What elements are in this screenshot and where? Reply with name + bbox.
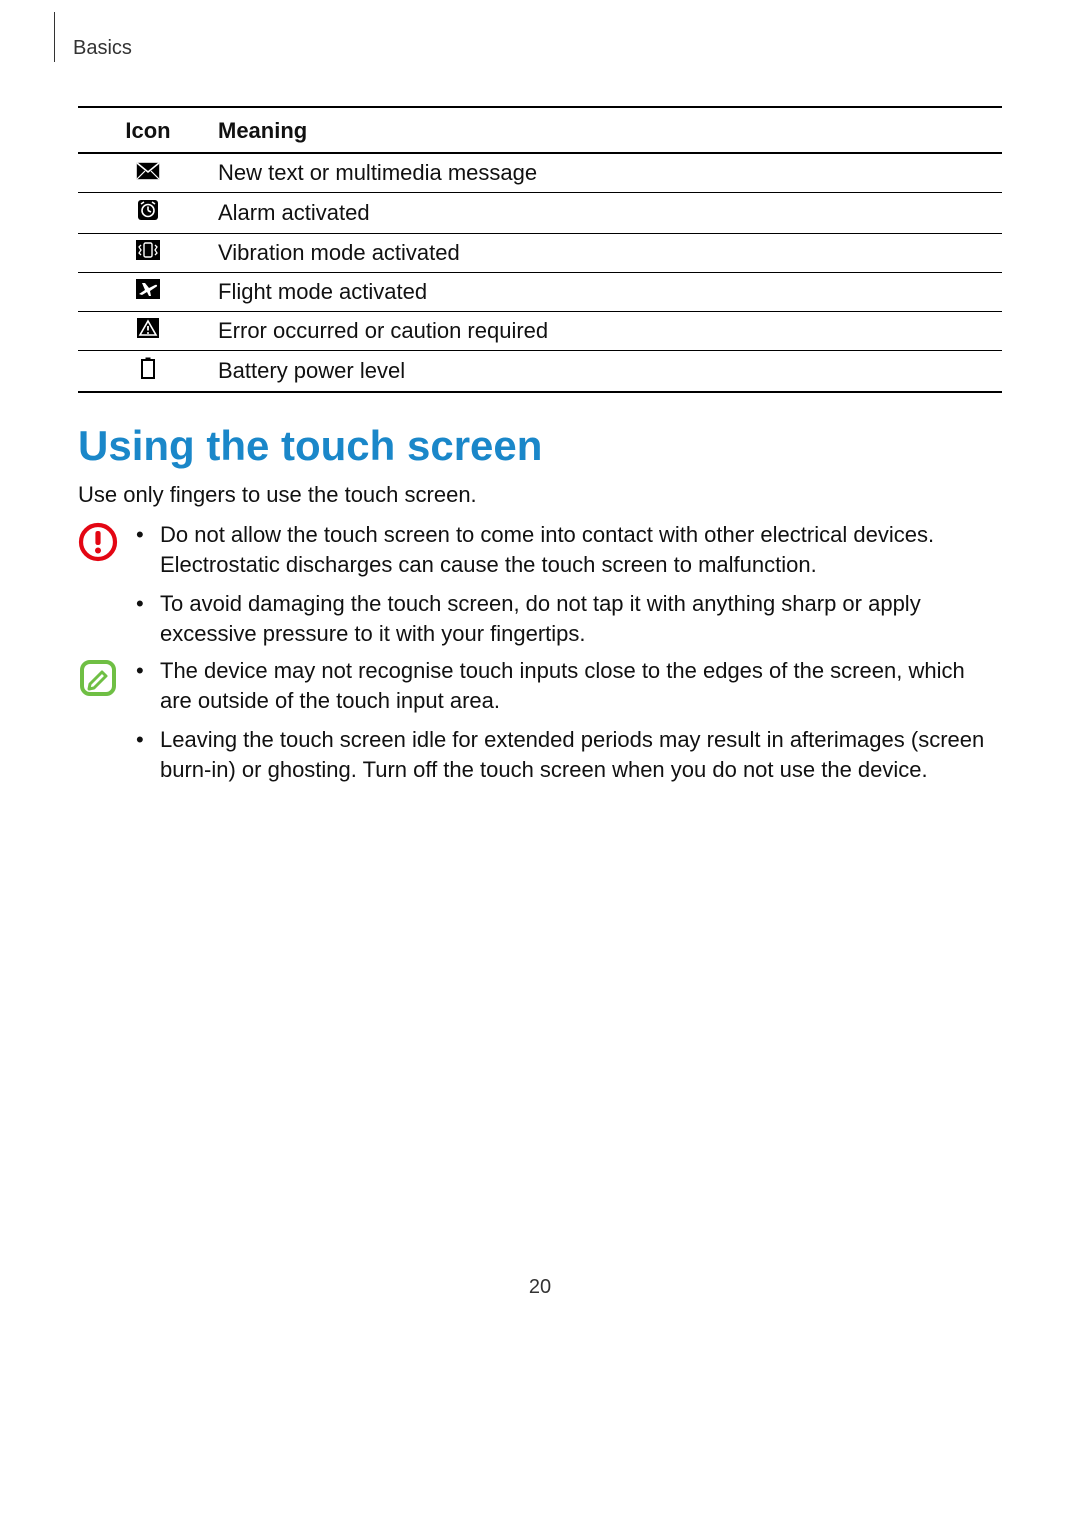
- note-block: • The device may not recognise touch inp…: [78, 656, 1002, 795]
- bullet-dot: •: [136, 589, 160, 648]
- table-cell-meaning: Vibration mode activated: [218, 234, 1002, 273]
- bullet-text: The device may not recognise touch input…: [160, 656, 1002, 715]
- table-cell-meaning: New text or multimedia message: [218, 153, 1002, 193]
- icon-meaning-table: Icon Meaning New text or multimedia mess…: [78, 106, 1002, 393]
- bullet-dot: •: [136, 656, 160, 715]
- breadcrumb-label: Basics: [73, 37, 132, 60]
- section-title: Using the touch screen: [78, 422, 542, 470]
- bullet-text: Do not allow the touch screen to come in…: [160, 520, 1002, 579]
- vibrate-icon: [136, 240, 160, 260]
- message-icon: [136, 162, 160, 180]
- bullet-item: • Do not allow the touch screen to come …: [136, 520, 1002, 579]
- bullet-dot: •: [136, 725, 160, 784]
- note-icon: [78, 656, 136, 795]
- table-row: Battery power level: [78, 351, 1002, 393]
- section-lead: Use only fingers to use the touch screen…: [78, 482, 477, 508]
- battery-icon: [140, 357, 156, 379]
- caution-block: • Do not allow the touch screen to come …: [78, 520, 1002, 659]
- table-row: Alarm activated: [78, 193, 1002, 234]
- bullet-text: To avoid damaging the touch screen, do n…: [160, 589, 1002, 648]
- page-number: 20: [0, 1276, 1080, 1299]
- table-cell-meaning: Battery power level: [218, 351, 1002, 393]
- table-row: Flight mode activated: [78, 273, 1002, 312]
- flight-icon: [136, 279, 160, 299]
- table-head-icon: Icon: [78, 107, 218, 153]
- table-row: Error occurred or caution required: [78, 312, 1002, 351]
- bullet-item: • To avoid damaging the touch screen, do…: [136, 589, 1002, 648]
- bullet-item: • Leaving the touch screen idle for exte…: [136, 725, 1002, 784]
- bullet-text: Leaving the touch screen idle for extend…: [160, 725, 1002, 784]
- alarm-icon: [137, 199, 159, 221]
- table-cell-meaning: Alarm activated: [218, 193, 1002, 234]
- table-cell-meaning: Error occurred or caution required: [218, 312, 1002, 351]
- table-cell-meaning: Flight mode activated: [218, 273, 1002, 312]
- caution-icon: [78, 520, 136, 659]
- bullet-dot: •: [136, 520, 160, 579]
- bullet-item: • The device may not recognise touch inp…: [136, 656, 1002, 715]
- breadcrumb-rule: [54, 12, 55, 62]
- table-row: New text or multimedia message: [78, 153, 1002, 193]
- breadcrumb: Basics: [54, 12, 132, 62]
- table-row: Vibration mode activated: [78, 234, 1002, 273]
- table-head-meaning: Meaning: [218, 107, 1002, 153]
- warning-icon: [137, 318, 159, 338]
